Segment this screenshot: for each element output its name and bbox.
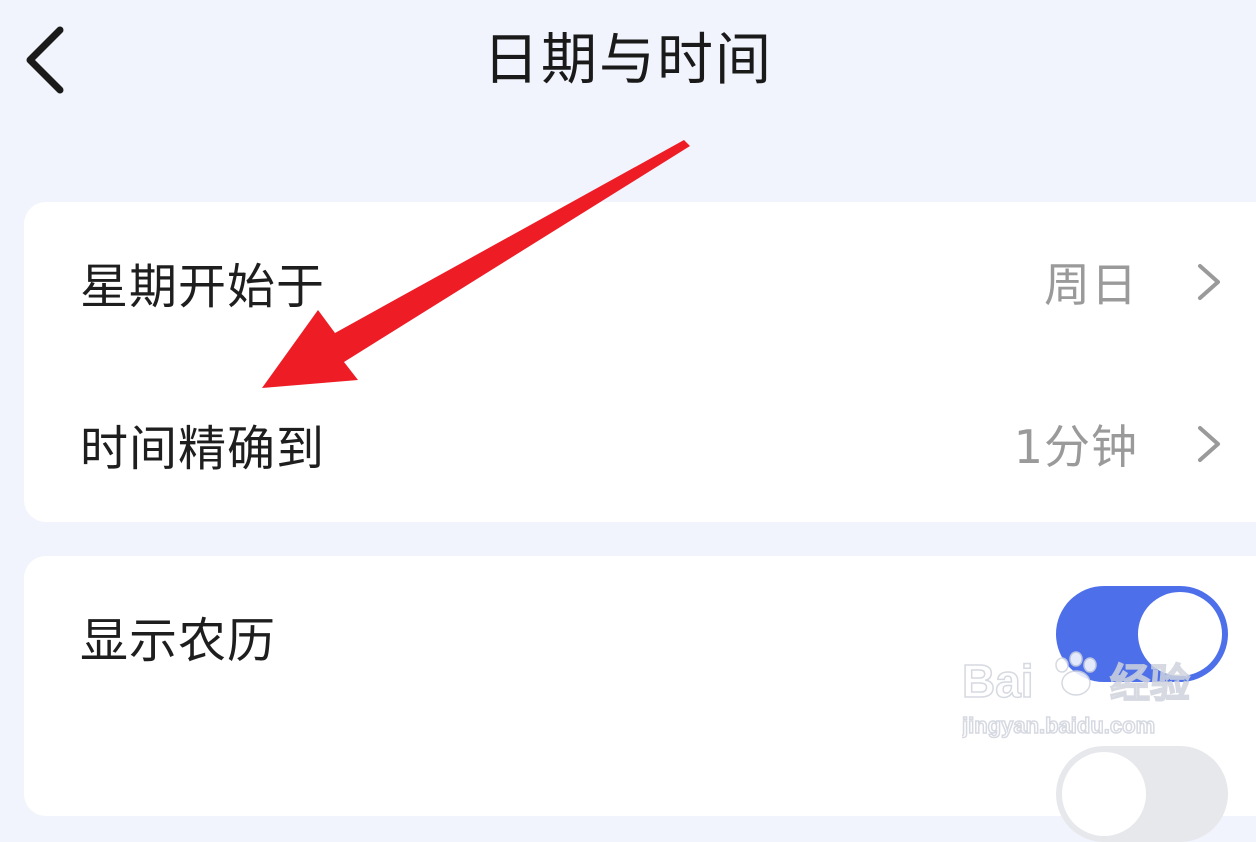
page-title: 日期与时间 [483, 28, 773, 93]
week-start-value: 周日 [1044, 258, 1138, 312]
next-setting-toggle[interactable] [1056, 746, 1228, 842]
settings-card-week-time: 星期开始于 周日 时间精确到 1分钟 [24, 202, 1256, 522]
baidu-jingyan-watermark: Bai 经验 jingyan.baidu.com [962, 651, 1191, 739]
setting-row-time-precision[interactable]: 时间精确到 1分钟 [24, 364, 1256, 524]
week-start-label: 星期开始于 [80, 259, 326, 315]
watermark-url-text: jingyan.baidu.com [962, 713, 1155, 738]
time-precision-value: 1分钟 [1013, 420, 1138, 474]
show-lunar-label: 显示农历 [80, 613, 277, 669]
chevron-right-icon [1198, 426, 1220, 462]
header-bar: 日期与时间 [0, 0, 1256, 130]
svg-text:经验: 经验 [1110, 662, 1190, 706]
watermark-logo-text: Bai [962, 655, 1034, 707]
chevron-right-icon [1198, 264, 1220, 300]
toggle-knob [1062, 752, 1146, 836]
setting-row-week-start[interactable]: 星期开始于 周日 [24, 202, 1256, 362]
time-precision-label: 时间精确到 [80, 421, 326, 477]
